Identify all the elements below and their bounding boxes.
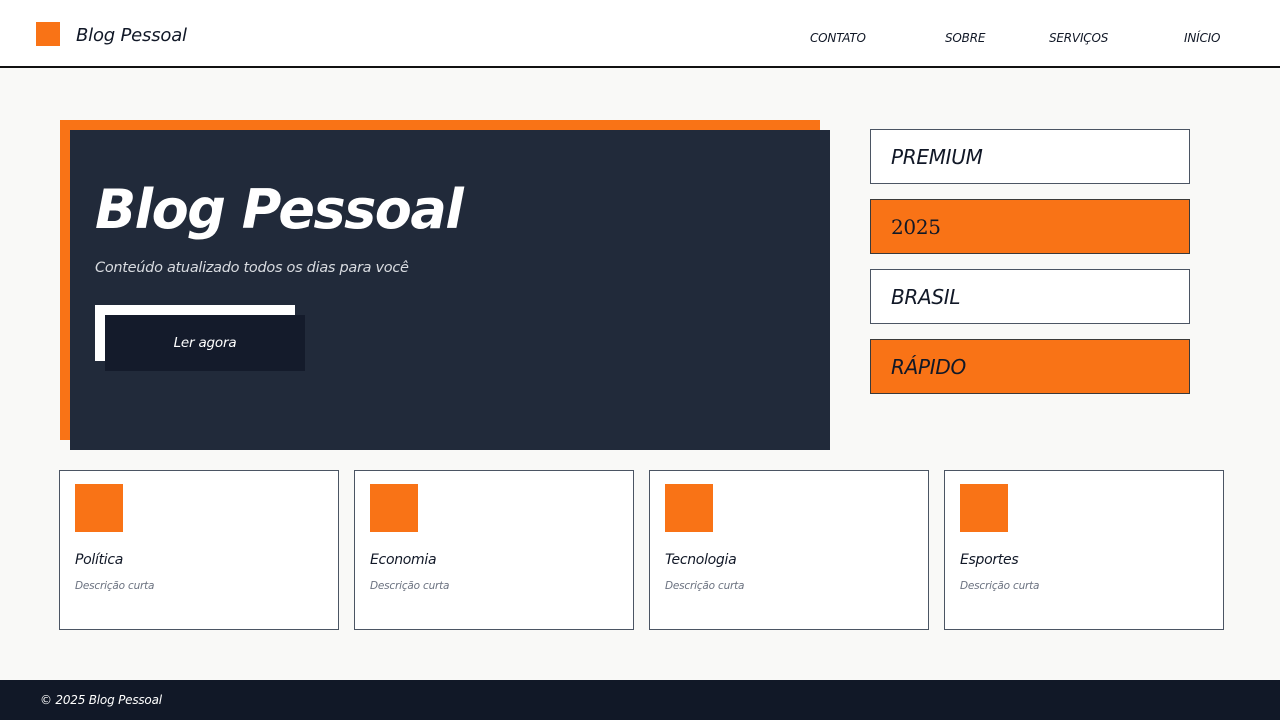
card-title: Esportes <box>960 552 1019 568</box>
nav-inicio[interactable]: INÍCIO <box>1184 31 1220 45</box>
site-header: Blog Pessoal CONTATO SOBRE SERVIÇOS INÍC… <box>0 0 1280 68</box>
card-economia[interactable]: Economia Descrição curta <box>354 470 634 630</box>
card-description: Descrição curta <box>370 580 450 592</box>
card-title: Política <box>75 552 124 568</box>
card-politica[interactable]: Política Descrição curta <box>59 470 339 630</box>
card-description: Descrição curta <box>960 580 1040 592</box>
card-esportes[interactable]: Esportes Descrição curta <box>944 470 1224 630</box>
card-thumbnail-icon <box>75 484 123 532</box>
card-title: Tecnologia <box>665 552 737 568</box>
nav-sobre[interactable]: SOBRE <box>945 31 985 45</box>
tag-brasil: BRASIL <box>870 269 1190 324</box>
logo-icon[interactable] <box>36 22 60 46</box>
tag-year: 2025 <box>870 199 1190 254</box>
site-footer: © 2025 Blog Pessoal <box>0 680 1280 720</box>
card-thumbnail-icon <box>370 484 418 532</box>
site-title[interactable]: Blog Pessoal <box>76 25 187 46</box>
card-description: Descrição curta <box>665 580 745 592</box>
nav-contato[interactable]: CONTATO <box>810 31 866 45</box>
card-description: Descrição curta <box>75 580 155 592</box>
hero-title: Blog Pessoal <box>95 178 464 241</box>
card-thumbnail-icon <box>665 484 713 532</box>
hero-subtitle: Conteúdo atualizado todos os dias para v… <box>95 260 409 276</box>
card-title: Economia <box>370 552 437 568</box>
tag-premium: PREMIUM <box>870 129 1190 184</box>
footer-copyright: © 2025 Blog Pessoal <box>40 693 162 707</box>
tag-rapido: RÁPIDO <box>870 339 1190 394</box>
hero-banner: Blog Pessoal Conteúdo atualizado todos o… <box>70 130 830 450</box>
card-tecnologia[interactable]: Tecnologia Descrição curta <box>649 470 929 630</box>
nav-servicos[interactable]: SERVIÇOS <box>1049 31 1108 45</box>
card-thumbnail-icon <box>960 484 1008 532</box>
read-now-button[interactable]: Ler agora <box>105 315 305 371</box>
